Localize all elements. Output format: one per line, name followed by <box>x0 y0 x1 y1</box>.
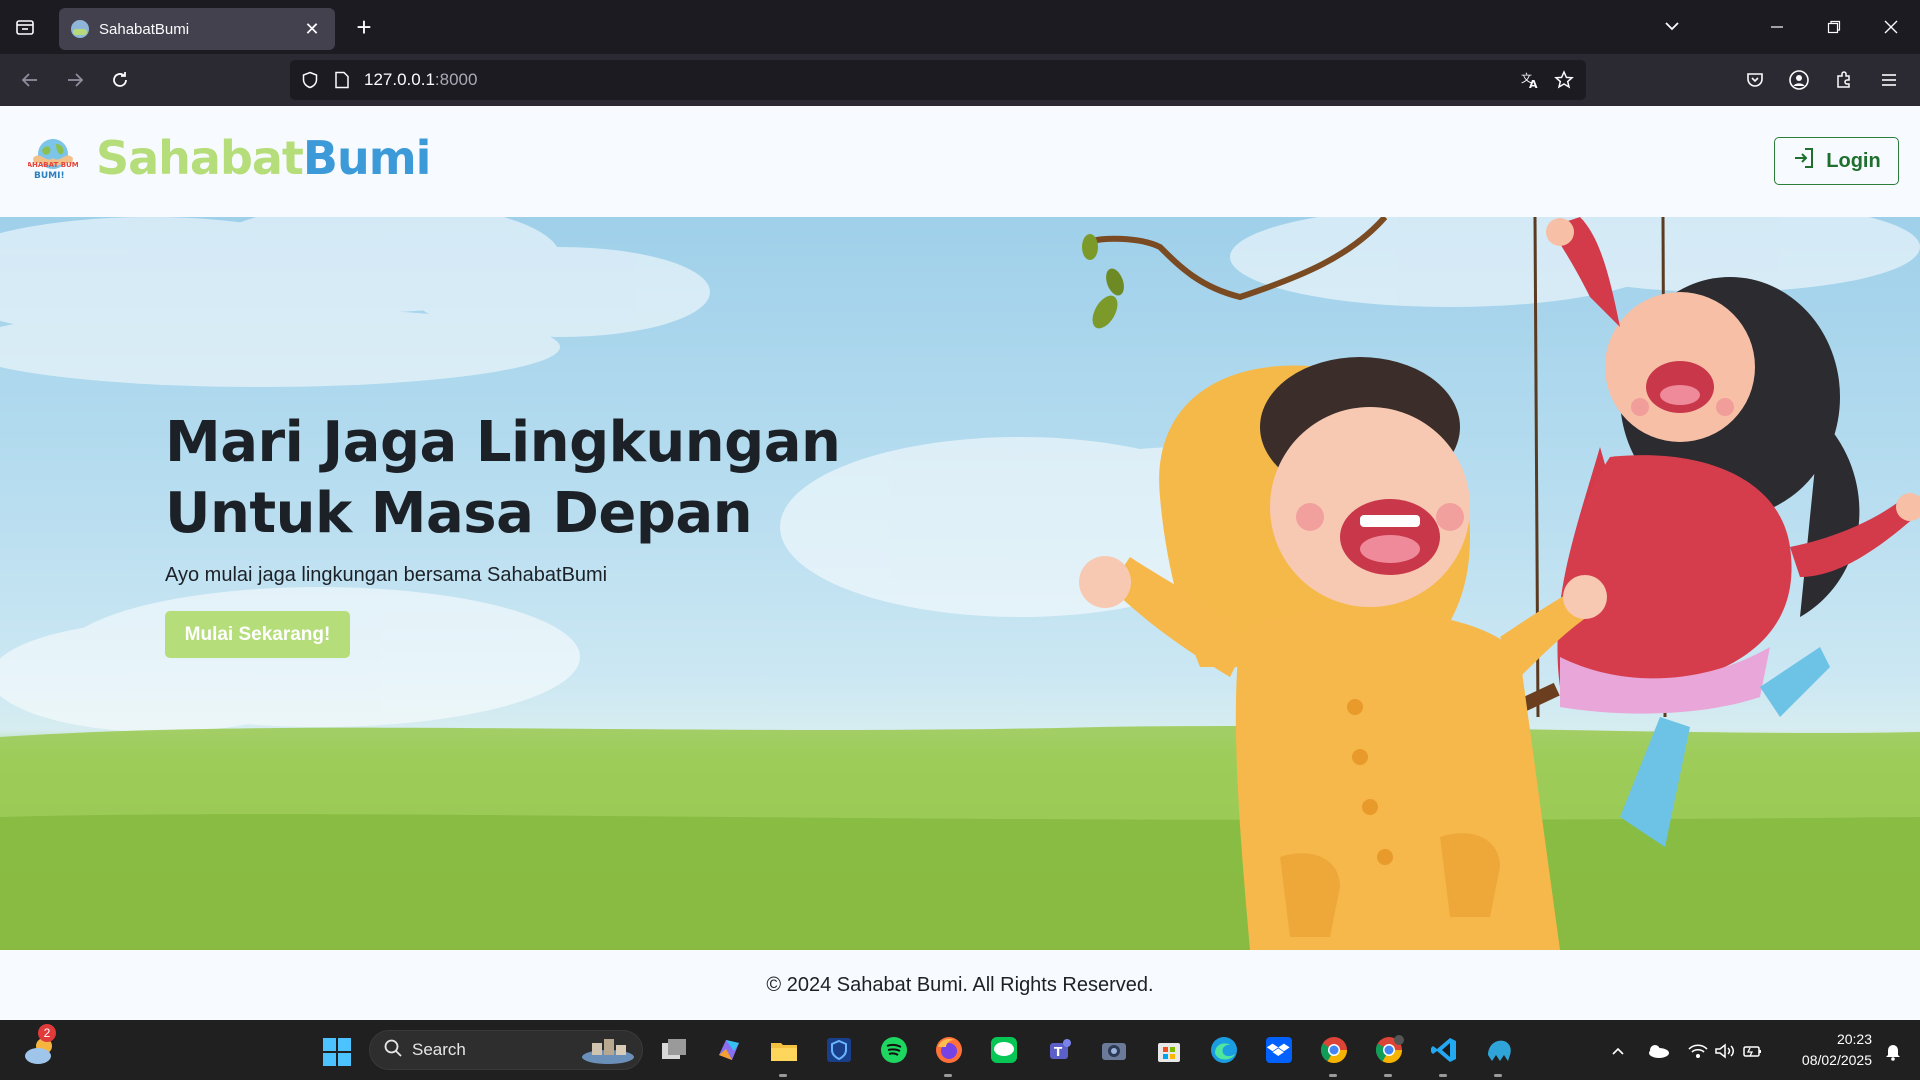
svg-text:BUMI!: BUMI! <box>34 171 65 181</box>
battery-icon[interactable] <box>1740 1038 1766 1064</box>
chrome-profile-icon[interactable] <box>1372 1033 1406 1067</box>
vscode-icon[interactable] <box>1427 1033 1461 1067</box>
url-bar[interactable]: 127.0.0.1:8000 文A <box>290 60 1586 100</box>
running-indicator <box>779 1074 787 1077</box>
web-page: SAHABAT BUMI! BUMI! SahabatBumi Login <box>0 106 1920 1020</box>
brand-name-part1: Sahabat <box>96 131 304 185</box>
new-tab-icon[interactable]: + <box>350 13 378 41</box>
running-indicator <box>944 1074 952 1077</box>
windows-security-icon[interactable] <box>822 1033 856 1067</box>
extensions-icon[interactable] <box>1830 66 1858 94</box>
search-highlight-icon <box>582 1039 634 1064</box>
menu-icon[interactable] <box>1875 66 1903 94</box>
tab-favicon-icon <box>71 20 89 38</box>
running-indicator <box>1439 1074 1447 1077</box>
page-info-icon[interactable] <box>328 66 356 94</box>
tab-overview-icon[interactable] <box>12 14 38 40</box>
running-indicator <box>1494 1074 1502 1077</box>
site-header: SAHABAT BUMI! BUMI! SahabatBumi Login <box>0 106 1920 217</box>
forward-icon[interactable] <box>61 66 89 94</box>
url-host: 127.0.0.1 <box>364 70 435 89</box>
restore-icon[interactable] <box>1819 12 1849 42</box>
mysql-workbench-icon[interactable] <box>1482 1033 1516 1067</box>
tab-close-icon[interactable]: ✕ <box>301 19 323 40</box>
system-clock[interactable]: 20:23 08/02/2025 <box>1780 1029 1872 1071</box>
url-text[interactable]: 127.0.0.1:8000 <box>364 70 477 90</box>
back-icon[interactable] <box>16 66 44 94</box>
login-label: Login <box>1826 149 1881 172</box>
sahabatbumi-logo[interactable]: SAHABAT BUMI! BUMI! <box>22 134 84 184</box>
hero-title: Mari Jaga Lingkungan Untuk Masa Depan <box>165 407 865 549</box>
reload-icon[interactable] <box>106 66 134 94</box>
shield-icon[interactable] <box>296 66 324 94</box>
teams-icon[interactable]: T <box>1042 1033 1076 1067</box>
login-icon <box>1792 146 1816 176</box>
brand-name[interactable]: SahabatBumi <box>96 131 432 185</box>
hero-subtitle: Ayo mulai jaga lingkungan bersama Sahaba… <box>165 564 608 586</box>
file-explorer-icon[interactable] <box>767 1033 801 1067</box>
browser-tab-active[interactable]: SahabatBumi ✕ <box>59 8 335 50</box>
pocket-icon[interactable] <box>1741 66 1769 94</box>
bookmark-star-icon[interactable] <box>1550 66 1578 94</box>
search-icon <box>384 1039 402 1062</box>
edge-icon[interactable] <box>1207 1033 1241 1067</box>
list-all-tabs-icon[interactable] <box>1662 16 1682 41</box>
copyright-text: © 2024 Sahabat Bumi. All Rights Reserved… <box>766 973 1154 996</box>
spotify-icon[interactable] <box>877 1033 911 1067</box>
task-view-icon[interactable] <box>657 1033 691 1067</box>
close-window-icon[interactable] <box>1876 12 1906 42</box>
wifi-icon[interactable] <box>1685 1038 1711 1064</box>
svg-text:T: T <box>1054 1045 1063 1059</box>
camera-icon[interactable] <box>1097 1033 1131 1067</box>
notification-badge: 2 <box>38 1024 56 1042</box>
volume-icon[interactable] <box>1712 1038 1738 1064</box>
running-indicator <box>1384 1074 1392 1077</box>
minimize-icon[interactable] <box>1762 12 1792 42</box>
tab-title: SahabatBumi <box>99 20 190 38</box>
hero-title-line2: Untuk Masa Depan <box>165 481 753 546</box>
onedrive-icon[interactable] <box>1645 1038 1671 1064</box>
firefox-icon[interactable] <box>932 1033 966 1067</box>
hero-section: Mari Jaga Lingkungan Untuk Masa Depan Ay… <box>0 217 1920 950</box>
search-label: Search <box>412 1040 466 1059</box>
notification-bell-icon[interactable] <box>1880 1038 1906 1064</box>
taskbar-search[interactable]: Search <box>369 1030 643 1070</box>
site-footer: © 2024 Sahabat Bumi. All Rights Reserved… <box>0 950 1920 1020</box>
line-icon[interactable] <box>987 1033 1021 1067</box>
browser-nav-bar: 127.0.0.1:8000 文A <box>0 54 1920 106</box>
svg-text:A: A <box>1529 78 1538 90</box>
chrome-icon[interactable] <box>1317 1033 1351 1067</box>
clock-date: 08/02/2025 <box>1801 1052 1872 1068</box>
login-button[interactable]: Login <box>1774 137 1899 185</box>
microsoft-store-icon[interactable] <box>1152 1033 1186 1067</box>
running-indicator <box>1329 1074 1337 1077</box>
brand-name-part2: Bumi <box>302 131 432 185</box>
windows-taskbar: 2 Search T 20:23 08/02/2025 <box>0 1020 1920 1080</box>
browser-tab-bar: SahabatBumi ✕ + <box>0 0 1920 54</box>
translate-icon[interactable]: 文A <box>1516 66 1544 94</box>
account-icon[interactable] <box>1785 66 1813 94</box>
copilot-icon[interactable] <box>712 1033 746 1067</box>
hero-title-line1: Mari Jaga Lingkungan <box>165 410 841 475</box>
url-port: :8000 <box>434 70 478 89</box>
windows-start-icon[interactable] <box>322 1037 352 1067</box>
clock-time: 20:23 <box>1836 1031 1872 1047</box>
show-hidden-icons-icon[interactable] <box>1605 1038 1631 1064</box>
dropbox-icon[interactable] <box>1262 1033 1296 1067</box>
logo-wordmark: SAHABAT BUMI! <box>28 161 78 169</box>
start-now-button[interactable]: Mulai Sekarang! <box>165 611 350 658</box>
